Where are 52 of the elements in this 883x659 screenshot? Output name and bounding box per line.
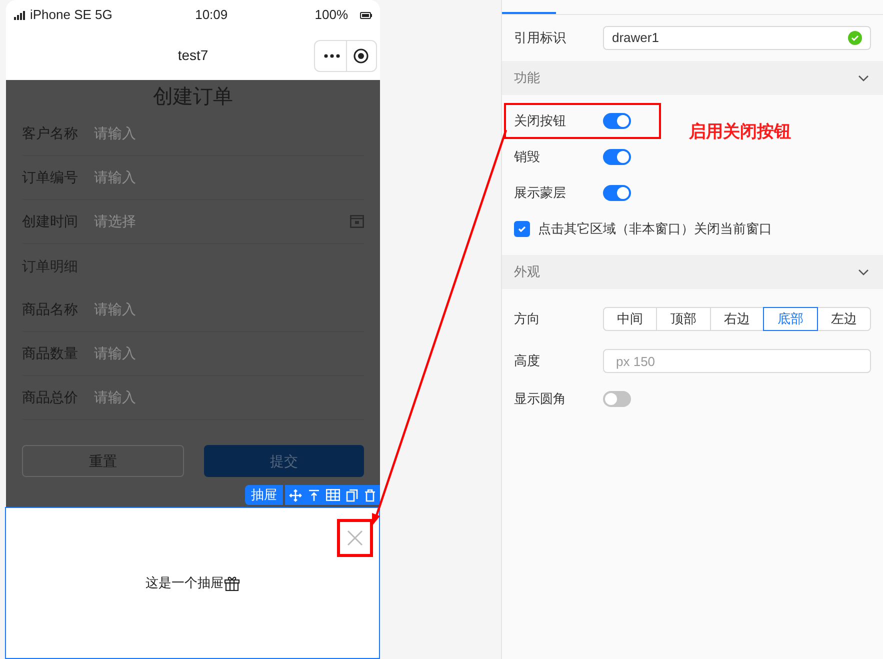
field-placeholder[interactable]: 请输入 [94,123,364,144]
close-capsule-icon[interactable] [353,48,369,64]
field-placeholder[interactable]: 请输入 [94,387,364,408]
copy-icon[interactable] [346,488,358,502]
height-input[interactable]: px 150 [603,349,871,373]
setting-label: 关闭按钮 [514,112,567,130]
annotation-text: 启用关闭按钮 [689,121,791,143]
toggle-switch[interactable] [603,391,631,407]
checkbox-label: 点击其它区域（非本窗口）关闭当前窗口 [538,220,772,238]
toggle-switch[interactable] [603,185,631,201]
toggle-switch[interactable] [603,149,631,165]
checkmark-icon [517,224,527,234]
submit-button[interactable]: 提交 [204,445,364,477]
direction-option[interactable]: 顶部 [656,307,711,331]
gift-icon [224,576,240,590]
trash-icon[interactable] [364,488,376,502]
move-top-icon[interactable] [308,488,320,502]
setting-label: 方向 [514,310,541,328]
battery-text: 100% [314,6,348,24]
field-placeholder[interactable]: 请输入 [94,299,364,320]
close-button[interactable] [337,519,373,557]
section-title: 外观 [514,263,541,282]
setting-label: 引用标识 [514,29,567,48]
reference-input[interactable]: drawer1 [603,26,871,50]
signal-icon [14,10,26,20]
clock-text: 10:09 [194,6,229,24]
direction-option[interactable]: 右边 [710,307,764,331]
active-tab-indicator [502,12,556,14]
move-icon[interactable] [289,488,302,502]
section-header[interactable]: 功能 [502,61,883,95]
section-title: 功能 [514,69,541,88]
component-tag: 抽屉 [245,485,283,505]
field-placeholder[interactable]: 请输入 [94,343,364,364]
toggle-switch[interactable] [603,113,631,129]
direction-option[interactable]: 底部 [763,307,818,331]
direction-option[interactable]: 左边 [816,307,872,331]
battery-icon [360,12,372,18]
page-name: test7 [178,46,208,64]
field-placeholder[interactable]: 请输入 [94,167,364,188]
checkbox[interactable] [514,221,530,237]
field-placeholder[interactable]: 请选择 [94,211,350,232]
close-icon [347,530,363,546]
table-icon[interactable] [326,489,340,501]
setting-label: 显示圆角 [514,390,567,408]
section-header[interactable]: 外观 [502,255,883,289]
drawer-text: 这是一个抽屉 [146,574,224,592]
more-icon[interactable] [324,54,340,58]
setting-label: 高度 [514,352,541,370]
direction-option[interactable]: 中间 [603,307,658,331]
setting-label: 展示蒙层 [514,184,567,202]
setting-label: 销毁 [514,148,541,166]
carrier-text: iPhone SE 5G [30,6,112,24]
